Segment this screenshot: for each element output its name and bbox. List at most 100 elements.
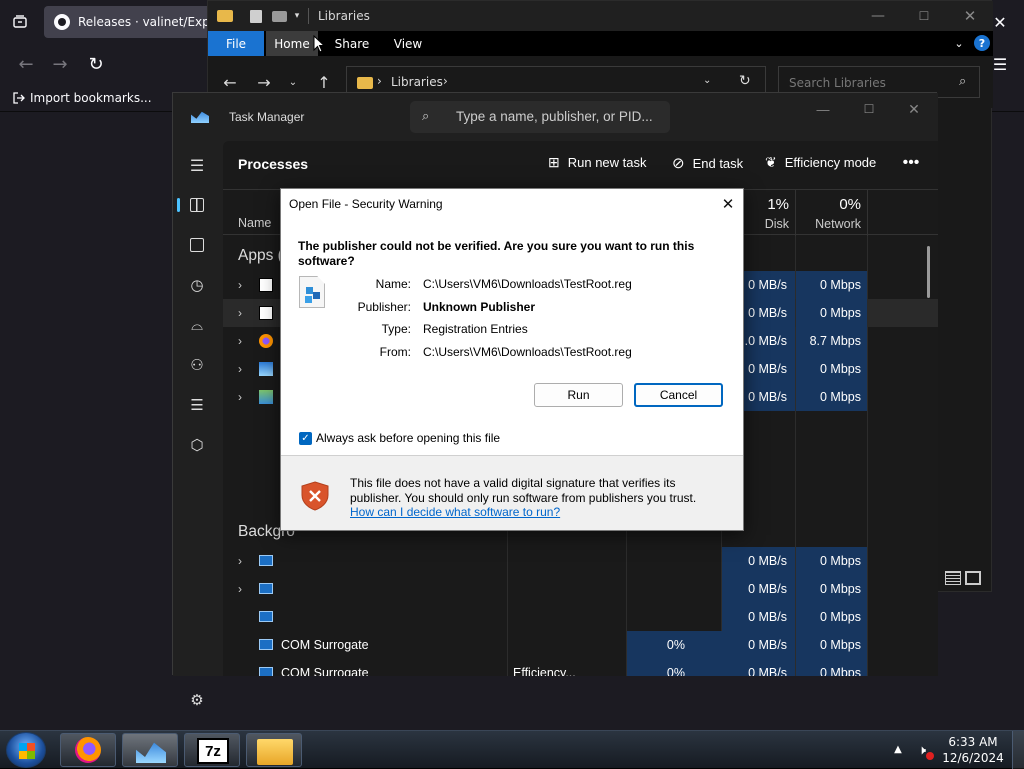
process-status: Efficiency...	[513, 666, 576, 676]
volume-muted-icon[interactable]: 🕨	[912, 740, 934, 760]
dialog-divider	[281, 455, 743, 456]
services-nav-icon[interactable]: ⬡	[186, 434, 208, 456]
help-icon[interactable]: ?	[974, 35, 990, 51]
show-desktop-button[interactable]	[1012, 731, 1024, 769]
clock[interactable]: 6:33 AM 12/6/2024	[940, 734, 1006, 766]
ribbon-tab-view[interactable]: View	[384, 31, 432, 56]
large-icons-view-icon[interactable]	[965, 571, 981, 585]
process-search-input[interactable]: ⌕ Type a name, publisher, or PID...	[410, 101, 670, 133]
more-options-icon[interactable]: •••	[899, 153, 923, 173]
tab-overview-icon[interactable]	[8, 10, 32, 34]
column-network[interactable]: Network	[803, 217, 861, 231]
expand-chevron-icon[interactable]: ›	[238, 383, 250, 411]
ribbon-tab-home[interactable]: Home	[266, 31, 318, 56]
expand-chevron-icon[interactable]: ›	[238, 327, 250, 355]
end-task-button[interactable]: ⊘ End task	[672, 154, 743, 172]
properties-icon[interactable]	[248, 8, 264, 24]
startup-apps-nav-icon[interactable]: ⌓	[186, 314, 208, 336]
process-icon	[259, 667, 273, 676]
show-hidden-icons-icon[interactable]: ▲	[890, 741, 906, 757]
details-nav-icon[interactable]: ☰	[186, 394, 208, 416]
task-manager-icon	[136, 742, 166, 763]
taskbar-7zip[interactable]: 7z	[184, 733, 240, 767]
close-icon[interactable]: ✕	[717, 193, 739, 215]
expand-chevron-icon[interactable]: ›	[238, 299, 250, 327]
cancel-button[interactable]: Cancel	[634, 383, 723, 407]
back-arrow-icon[interactable]: ←	[220, 72, 240, 92]
minimize-icon[interactable]: —	[868, 6, 888, 26]
process-search-placeholder: Type a name, publisher, or PID...	[456, 109, 653, 124]
expand-chevron-icon[interactable]: ›	[238, 271, 250, 299]
menu-icon[interactable]: ☰	[990, 54, 1010, 74]
recent-locations-icon[interactable]: ⌄	[286, 74, 300, 90]
disk-cell: 0 MB/s	[722, 631, 795, 659]
expand-chevron-icon[interactable]: ›	[238, 355, 250, 383]
search-icon[interactable]: ⌕	[959, 74, 966, 89]
dialog-question: The publisher could not be verified. Are…	[298, 239, 695, 268]
hamburger-menu-icon[interactable]: ☰	[186, 155, 208, 177]
taskbar-file-explorer[interactable]	[246, 733, 302, 767]
close-icon[interactable]: ✕	[960, 6, 980, 26]
breadcrumb-chevron-icon[interactable]: ›	[443, 74, 448, 88]
minimize-icon[interactable]: —	[813, 99, 833, 119]
close-icon[interactable]: ✕	[990, 12, 1010, 32]
quick-access-dropdown-icon[interactable]: ▾	[292, 10, 302, 22]
column-disk[interactable]: Disk	[743, 217, 789, 231]
table-row[interactable]: COM SurrogateEfficiency...0%2.3 MB0 MB/s…	[223, 659, 938, 676]
always-ask-checkbox[interactable]: ✓ Always ask before opening this file	[299, 431, 500, 445]
import-icon	[13, 92, 25, 104]
close-icon[interactable]: ✕	[904, 99, 924, 119]
ribbon-tab-share[interactable]: Share	[328, 31, 376, 56]
back-arrow-icon[interactable]: ←	[14, 52, 38, 76]
maximize-icon[interactable]: ☐	[914, 6, 934, 26]
refresh-icon[interactable]: ↻	[739, 73, 751, 89]
column-disk-percent: 1%	[767, 196, 789, 213]
table-row[interactable]: › 0 MB/s 0 Mbps	[223, 575, 938, 603]
table-row[interactable]: COM Surrogate0%1.9 MB0 MB/s0 Mbps	[223, 631, 938, 659]
efficiency-mode-button[interactable]: ❦ Efficiency mode	[765, 154, 876, 171]
reload-icon[interactable]: ↻	[84, 52, 108, 76]
task-manager-sidebar: ☰ ◷ ⌓ ⚇ ☰ ⬡ ⚙	[173, 141, 223, 709]
disk-cell: 0 MB/s	[722, 603, 795, 631]
expand-chevron-icon[interactable]: ›	[238, 575, 250, 603]
network-cell: 0 Mbps	[796, 575, 867, 603]
label-publisher: Publisher:	[357, 300, 411, 314]
taskbar-firefox[interactable]	[60, 733, 116, 767]
breadcrumb-libraries[interactable]: Libraries	[391, 75, 443, 89]
import-bookmarks-label: Import bookmarks...	[30, 91, 152, 105]
process-name: COM Surrogate	[281, 666, 369, 676]
search-icon: ⌕	[422, 108, 430, 123]
expand-chevron-icon[interactable]: ›	[238, 547, 250, 575]
up-arrow-icon[interactable]: ↑	[314, 72, 334, 92]
forward-arrow-icon[interactable]: →	[254, 72, 274, 92]
run-new-task-button[interactable]: ⊞ Run new task	[548, 154, 647, 171]
taskbar-task-manager[interactable]	[122, 733, 178, 767]
scrollbar-thumb[interactable]	[927, 246, 930, 298]
dialog-title: Open File - Security Warning	[289, 197, 443, 211]
value-name: C:\Users\VM6\Downloads\TestRoot.reg	[423, 277, 632, 291]
table-row[interactable]: › 0 MB/s 0 Mbps	[223, 547, 938, 575]
ribbon-tab-file[interactable]: File	[208, 31, 264, 56]
browser-tab[interactable]: Releases · valinet/ExplorerPatcher	[44, 6, 214, 38]
new-folder-icon[interactable]	[270, 8, 288, 24]
active-indicator	[177, 198, 180, 212]
disk-cell: 0 MB/s	[722, 547, 795, 575]
performance-nav-icon[interactable]	[186, 234, 208, 256]
app-history-nav-icon[interactable]: ◷	[186, 274, 208, 296]
processes-nav-icon[interactable]	[186, 194, 208, 216]
details-view-icon[interactable]	[945, 571, 961, 585]
network-cell: 0 Mbps	[796, 383, 867, 411]
maximize-icon[interactable]: ☐	[859, 99, 879, 119]
forward-arrow-icon[interactable]: →	[48, 52, 72, 76]
ribbon-collapse-icon[interactable]: ⌄	[952, 36, 966, 50]
users-nav-icon[interactable]: ⚇	[186, 354, 208, 376]
table-row[interactable]: 0 MB/s 0 Mbps	[223, 603, 938, 631]
address-dropdown-icon[interactable]: ⌄	[703, 75, 711, 86]
column-name[interactable]: Name	[238, 216, 271, 230]
settings-gear-icon[interactable]: ⚙	[186, 689, 208, 711]
import-bookmarks-item[interactable]: Import bookmarks...	[12, 89, 152, 107]
help-link[interactable]: How can I decide what software to run?	[350, 505, 560, 519]
run-button[interactable]: Run	[534, 383, 623, 407]
start-button[interactable]	[6, 732, 46, 768]
photos-icon	[259, 390, 273, 404]
